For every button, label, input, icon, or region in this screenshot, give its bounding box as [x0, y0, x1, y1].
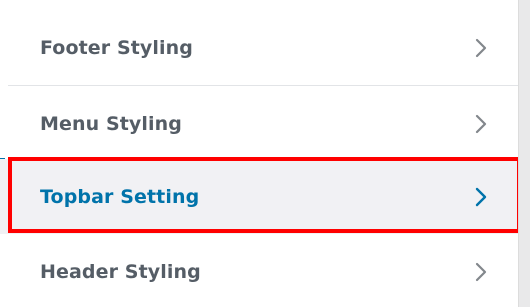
menu-item-label: Menu Styling	[40, 112, 182, 135]
menu-item-header-styling[interactable]: Header Styling	[0, 234, 518, 307]
chevron-right-icon	[472, 261, 490, 283]
chevron-right-icon	[472, 37, 490, 59]
menu-item-label: Topbar Setting	[40, 185, 200, 208]
scrollbar[interactable]	[518, 0, 530, 307]
chevron-right-icon	[472, 186, 490, 208]
customizer-panel: Footer Styling Menu Styling Topbar Setti…	[0, 0, 530, 307]
menu-item-menu-styling[interactable]: Menu Styling	[0, 86, 518, 161]
menu-item-topbar-setting[interactable]: Topbar Setting	[0, 159, 518, 234]
menu-item-label: Header Styling	[40, 260, 201, 283]
chevron-right-icon	[472, 113, 490, 135]
menu-item-label: Footer Styling	[40, 36, 193, 59]
menu-item-footer-styling[interactable]: Footer Styling	[0, 10, 518, 85]
